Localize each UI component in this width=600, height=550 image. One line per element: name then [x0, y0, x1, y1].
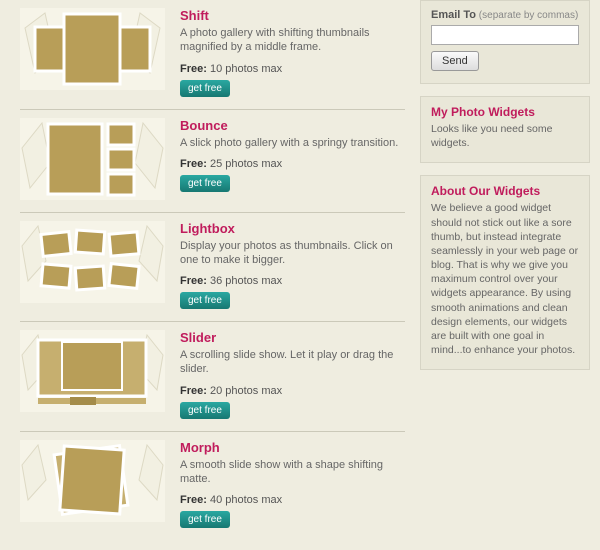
about-widgets-box: About Our Widgets We believe a good widg…: [420, 175, 590, 370]
my-photo-widgets-text: Looks like you need some widgets.: [431, 122, 579, 150]
widget-title[interactable]: Lightbox: [180, 221, 405, 236]
widget-thumb-slider: [20, 330, 165, 412]
send-button[interactable]: Send: [431, 51, 479, 71]
widget-item-slider: Slider A scrolling slide show. Let it pl…: [20, 322, 405, 432]
widget-item-shift: Shift A photo gallery with shifting thum…: [20, 0, 405, 110]
widget-free: Free: 25 photos max: [180, 158, 405, 170]
widget-item-lightbox: Lightbox Display your photos as thumbnai…: [20, 213, 405, 323]
widget-title[interactable]: Shift: [180, 8, 405, 23]
widget-list: Shift A photo gallery with shifting thum…: [0, 0, 415, 540]
email-label: Email To (separate by commas): [431, 9, 579, 21]
widget-free: Free: 20 photos max: [180, 385, 405, 397]
widget-desc: Display your photos as thumbnails. Click…: [180, 239, 405, 268]
about-widgets-title: About Our Widgets: [431, 184, 579, 198]
my-photo-widgets-title: My Photo Widgets: [431, 105, 579, 119]
email-box: Email To (separate by commas) Send: [420, 0, 590, 84]
my-photo-widgets-box: My Photo Widgets Looks like you need som…: [420, 96, 590, 163]
widget-free: Free: 40 photos max: [180, 494, 405, 506]
widget-free: Free: 36 photos max: [180, 275, 405, 287]
widget-thumb-morph: [20, 440, 165, 522]
widget-thumb-bounce: [20, 118, 165, 200]
get-free-button[interactable]: get free: [180, 292, 230, 309]
widget-desc: A scrolling slide show. Let it play or d…: [180, 348, 405, 377]
email-input[interactable]: [431, 25, 579, 45]
get-free-button[interactable]: get free: [180, 402, 230, 419]
widget-desc: A slick photo gallery with a springy tra…: [180, 136, 405, 150]
widget-item-morph: Morph A smooth slide show with a shape s…: [20, 432, 405, 541]
widget-desc: A photo gallery with shifting thumbnails…: [180, 26, 405, 55]
about-widgets-text: We believe a good widget should not stic…: [431, 201, 579, 357]
widget-thumb-shift: [20, 8, 165, 90]
widget-title[interactable]: Morph: [180, 440, 405, 455]
get-free-button[interactable]: get free: [180, 511, 230, 528]
get-free-button[interactable]: get free: [180, 80, 230, 97]
widget-title[interactable]: Bounce: [180, 118, 405, 133]
widget-free: Free: 10 photos max: [180, 63, 405, 75]
sidebar: Email To (separate by commas) Send My Ph…: [415, 0, 600, 540]
widget-thumb-lightbox: [20, 221, 165, 303]
get-free-button[interactable]: get free: [180, 175, 230, 192]
widget-title[interactable]: Slider: [180, 330, 405, 345]
widget-desc: A smooth slide show with a shape shiftin…: [180, 458, 405, 487]
widget-item-bounce: Bounce A slick photo gallery with a spri…: [20, 110, 405, 213]
